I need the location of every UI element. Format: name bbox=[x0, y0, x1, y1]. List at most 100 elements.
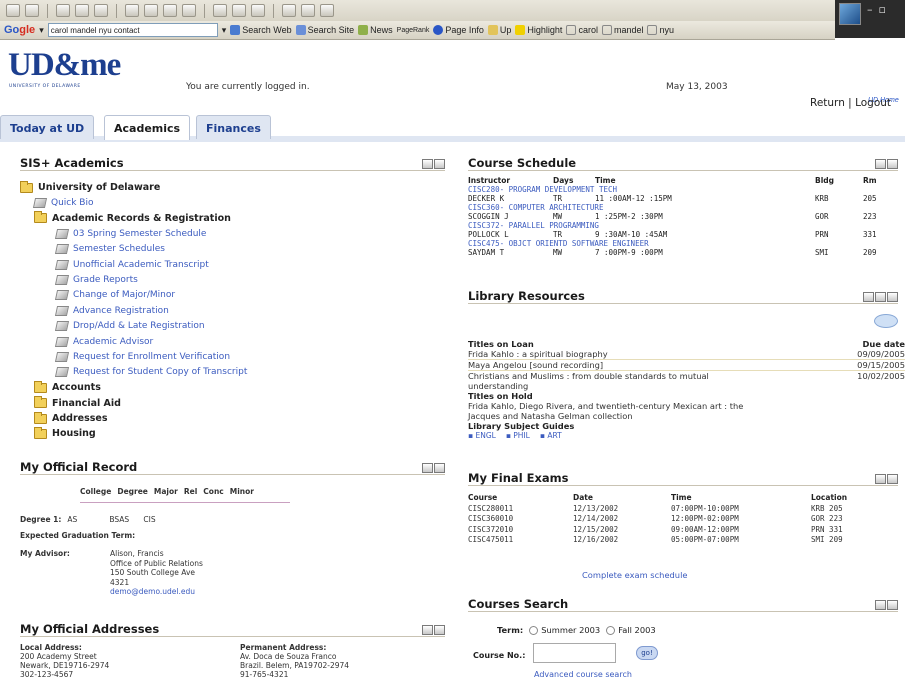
stop-icon[interactable] bbox=[56, 4, 70, 17]
google-search-input[interactable]: carol mandel nyu contact bbox=[47, 23, 218, 37]
panel-minimize-icon[interactable] bbox=[887, 600, 898, 610]
refresh-icon[interactable] bbox=[75, 4, 89, 17]
news-label: News bbox=[370, 25, 393, 35]
panel-minimize-icon[interactable] bbox=[887, 474, 898, 484]
return-link[interactable]: Return bbox=[810, 97, 845, 109]
sis-link[interactable]: Grade Reports bbox=[20, 272, 440, 287]
back-icon[interactable] bbox=[6, 4, 20, 17]
advisor-email-link[interactable]: demo@demo.udel.edu bbox=[110, 587, 203, 597]
sis-link[interactable]: Drop/Add & Late Registration bbox=[20, 319, 440, 334]
ud-me-logo[interactable]: UD&me bbox=[8, 47, 121, 84]
panel-settings-icon[interactable] bbox=[422, 159, 433, 169]
library-panel-header: Library Resources bbox=[468, 289, 898, 304]
quick-bio-link[interactable]: Quick Bio bbox=[20, 195, 440, 210]
panel-settings-icon[interactable] bbox=[875, 159, 886, 169]
page-icon bbox=[54, 336, 70, 347]
term-mandel-button[interactable]: mandel bbox=[601, 25, 643, 35]
search-site-button[interactable]: Search Site bbox=[295, 25, 354, 35]
up-button[interactable]: Up bbox=[487, 25, 511, 35]
panel-minimize-icon[interactable] bbox=[887, 159, 898, 169]
messenger-icon[interactable] bbox=[301, 4, 315, 17]
media-icon[interactable] bbox=[182, 4, 196, 17]
highlight-button[interactable]: Highlight bbox=[515, 25, 562, 35]
return-logout: Return | Logout bbox=[810, 97, 892, 109]
exam-course: CISC360010 bbox=[468, 514, 514, 523]
course-link[interactable]: CISC360- COMPUTER ARCHITECTURE bbox=[468, 203, 898, 212]
google-menu-icon[interactable]: ▾ bbox=[39, 25, 44, 36]
local-address: Local Address: 200 Academy Street Newark… bbox=[20, 643, 109, 679]
go-button[interactable]: go! bbox=[636, 646, 658, 660]
panel-minimize-icon[interactable] bbox=[434, 463, 445, 473]
term-nyu-button[interactable]: nyu bbox=[647, 25, 674, 35]
course-link[interactable]: CISC372- PARALLEL PROGRAMMING bbox=[468, 221, 898, 230]
panel-settings-icon[interactable] bbox=[422, 463, 433, 473]
quick-bio-label: Quick Bio bbox=[51, 198, 94, 209]
tab-finances[interactable]: Finances bbox=[196, 115, 271, 139]
course-instructor: DECKER K bbox=[468, 194, 505, 203]
google-logo-icon[interactable]: Gogle bbox=[4, 24, 35, 36]
panel-minimize-icon[interactable] bbox=[875, 292, 886, 302]
panel-settings-icon[interactable] bbox=[875, 474, 886, 484]
advanced-search-link[interactable]: Advanced course search bbox=[534, 670, 632, 679]
panel-settings-icon[interactable] bbox=[875, 600, 886, 610]
term-carol-button[interactable]: carol bbox=[566, 25, 598, 35]
logout-link[interactable]: Logout bbox=[855, 97, 891, 109]
records-folder[interactable]: Academic Records & Registration bbox=[20, 211, 440, 226]
sis-link[interactable]: Change of Major/Minor bbox=[20, 288, 440, 303]
minimize-icon[interactable]: – bbox=[867, 3, 873, 16]
term-selector: Term: Summer 2003 Fall 2003 bbox=[497, 625, 656, 635]
sis-link[interactable]: Advance Registration bbox=[20, 303, 440, 318]
sis-link[interactable]: Academic Advisor bbox=[20, 334, 440, 349]
sis-link[interactable]: Request for Enrollment Verification bbox=[20, 349, 440, 364]
financial-aid-folder[interactable]: Financial Aid bbox=[20, 395, 440, 410]
course-time: 7 :00PM-9 :00PM bbox=[595, 248, 663, 257]
mail-icon[interactable] bbox=[213, 4, 227, 17]
sis-link[interactable]: Request for Student Copy of Transcript bbox=[20, 365, 440, 380]
forward-icon[interactable] bbox=[25, 4, 39, 17]
edit-icon[interactable] bbox=[251, 4, 265, 17]
search-icon[interactable] bbox=[125, 4, 139, 17]
search-web-button[interactable]: Search Web bbox=[230, 25, 292, 35]
col-major: Major bbox=[153, 487, 178, 496]
sis-link[interactable]: Unofficial Academic Transcript bbox=[20, 257, 440, 272]
tab-academics[interactable]: Academics bbox=[104, 115, 191, 140]
sis-link[interactable]: Semester Schedules bbox=[20, 242, 440, 257]
panel-minimize-icon[interactable] bbox=[434, 159, 445, 169]
panel-close-icon[interactable] bbox=[887, 292, 898, 302]
term-option[interactable]: Summer 2003 bbox=[529, 625, 600, 635]
history-icon[interactable] bbox=[163, 4, 177, 17]
panel-settings-icon[interactable] bbox=[863, 292, 874, 302]
housing-folder[interactable]: Housing bbox=[20, 426, 440, 441]
addresses-folder[interactable]: Addresses bbox=[20, 411, 440, 426]
tree-root[interactable]: University of Delaware bbox=[20, 180, 440, 195]
news-button[interactable]: News bbox=[358, 25, 393, 35]
panel-settings-icon[interactable] bbox=[422, 625, 433, 635]
tools-icon[interactable] bbox=[320, 4, 334, 17]
complete-exam-link[interactable]: Complete exam schedule bbox=[582, 570, 687, 580]
maximize-icon[interactable]: ▫ bbox=[879, 3, 886, 16]
course-row: POLLOCK L TR 9 :30AM-10 :45AM PRN 331 bbox=[468, 230, 898, 239]
guide-link[interactable]: ▪ PHIL bbox=[506, 431, 530, 440]
guide-link[interactable]: ▪ ENGL bbox=[468, 431, 496, 440]
course-link[interactable]: CISC280- PROGRAM DEVELOPMENT TECH bbox=[468, 185, 898, 194]
radio-icon bbox=[606, 625, 616, 635]
exam-date: 12/13/2002 bbox=[573, 503, 619, 513]
home-icon[interactable] bbox=[94, 4, 108, 17]
favorites-icon[interactable] bbox=[144, 4, 158, 17]
pagerank-indicator[interactable]: PageRank bbox=[397, 27, 430, 34]
library-chat-icon[interactable] bbox=[874, 314, 898, 328]
accounts-folder[interactable]: Accounts bbox=[20, 380, 440, 395]
tab-today[interactable]: Today at UD bbox=[0, 115, 95, 139]
sis-link[interactable]: 03 Spring Semester Schedule bbox=[20, 226, 440, 241]
course-link[interactable]: CISC475- OBJCT ORIENTD SOFTWARE ENGINEER bbox=[468, 239, 898, 248]
google-toolbar: Gogle ▾ carol mandel nyu contact ▾ Searc… bbox=[0, 21, 835, 40]
hdr-rm: Rm bbox=[863, 176, 877, 185]
panel-minimize-icon[interactable] bbox=[434, 625, 445, 635]
term-option[interactable]: Fall 2003 bbox=[606, 625, 656, 635]
discuss-icon[interactable] bbox=[282, 4, 296, 17]
print-icon[interactable] bbox=[232, 4, 246, 17]
course-no-input[interactable] bbox=[533, 643, 616, 663]
guide-link[interactable]: ▪ ART bbox=[540, 431, 562, 440]
page-info-button[interactable]: Page Info bbox=[433, 25, 484, 35]
search-dropdown-icon[interactable]: ▾ bbox=[222, 25, 227, 36]
